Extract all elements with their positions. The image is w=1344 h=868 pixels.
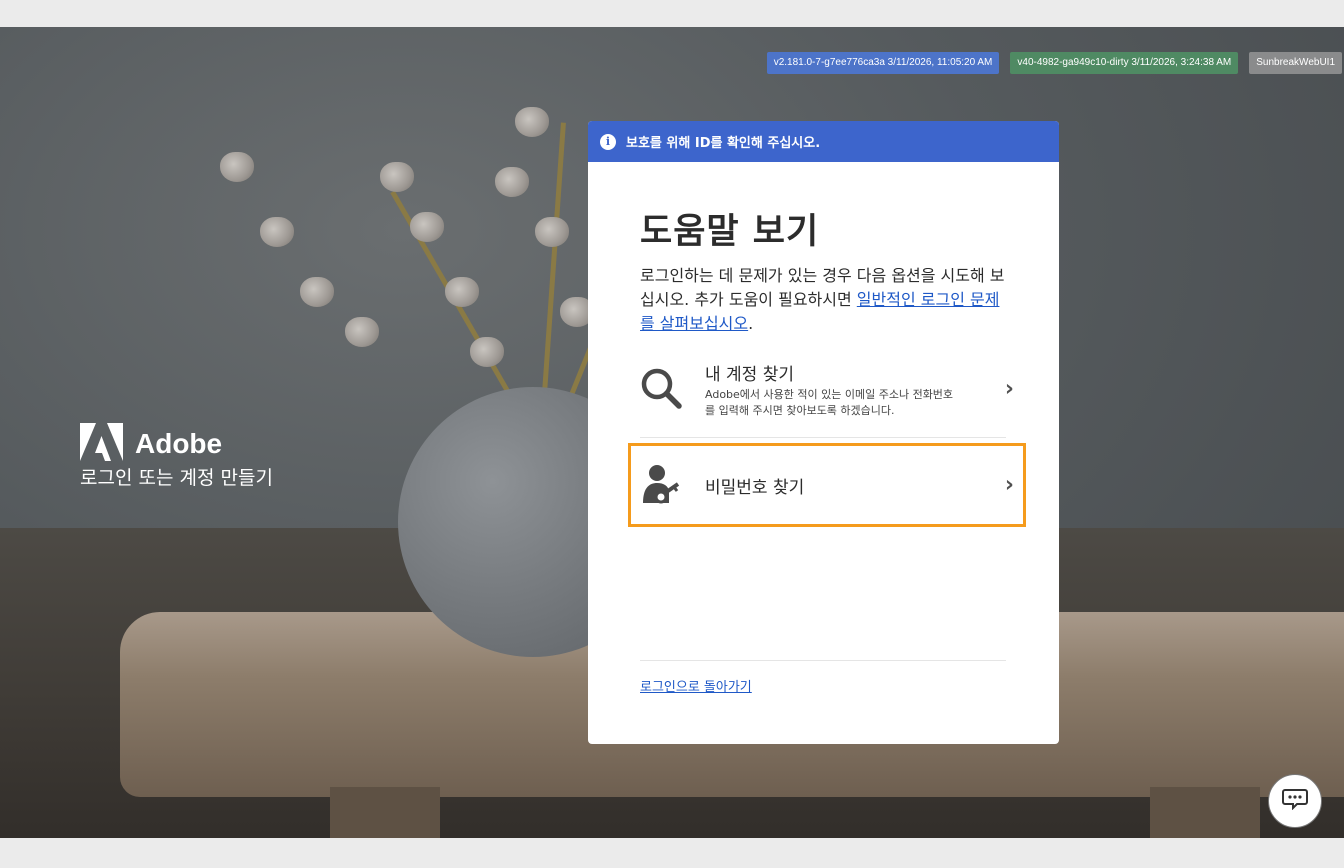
plant-pod [380, 162, 414, 192]
option-divider [640, 437, 1006, 438]
brand-subtitle: 로그인 또는 계정 만들기 [80, 467, 273, 489]
find-password-option[interactable]: 비밀번호 찾기 › [640, 457, 1014, 513]
info-icon: i [600, 133, 616, 150]
user-key-icon [640, 463, 684, 507]
info-banner: i 보호를 위해 ID를 확인해 주십시오. [588, 121, 1059, 162]
find-account-title: 내 계정 찾기 [705, 364, 795, 385]
plant-pod [220, 152, 254, 182]
find-account-option[interactable]: 내 계정 찾기 Adobe에서 사용한 적이 있는 이메일 주소나 전화번호를 … [640, 359, 1014, 419]
plant-pod [300, 277, 334, 307]
find-password-title: 비밀번호 찾기 [705, 477, 805, 498]
plant-pod [345, 317, 379, 347]
bench-leg [330, 787, 440, 838]
find-account-description: Adobe에서 사용한 적이 있는 이메일 주소나 전화번호를 입력해 주시면 … [705, 387, 954, 417]
plant-pod [535, 217, 569, 247]
footer-divider [640, 660, 1006, 661]
version-badge-app: SunbreakWebUI1 [1249, 52, 1342, 74]
help-card: i 보호를 위해 ID를 확인해 주십시오. 도움말 보기 로그인하는 데 문제… [588, 121, 1059, 744]
chat-icon [1282, 788, 1308, 814]
bench-leg [1150, 787, 1260, 838]
plant-pod [410, 212, 444, 242]
version-badge-ui: v2.181.0-7-g7ee776ca3a 3/11/2026, 11:05:… [766, 52, 1000, 74]
plant-pod [470, 337, 504, 367]
help-description: 로그인하는 데 문제가 있는 경우 다음 옵션을 시도해 보십시오. 추가 도움… [640, 264, 1012, 336]
plant-stem [540, 122, 566, 423]
plant-pod [495, 167, 529, 197]
plant-pod [445, 277, 479, 307]
chat-button[interactable] [1268, 774, 1322, 828]
help-description-end: . [748, 314, 754, 333]
plant-pod [260, 217, 294, 247]
version-badge-backend: v40-4982-ga949c10-dirty 3/11/2026, 3:24:… [1010, 52, 1239, 74]
chevron-right-icon: › [1004, 376, 1014, 402]
info-banner-text: 보호를 위해 ID를 확인해 주십시오. [626, 136, 821, 151]
page-title: 도움말 보기 [640, 212, 820, 252]
brand-name: Adobe [135, 428, 223, 459]
brand-block: Adobe 로그인 또는 계정 만들기 [80, 423, 273, 490]
adobe-logo-icon [80, 423, 123, 465]
back-to-login-link[interactable]: 로그인으로 돌아가기 [640, 676, 752, 695]
chevron-right-icon: › [1004, 472, 1014, 498]
version-badges: v2.181.0-7-g7ee776ca3a 3/11/2026, 11:05:… [766, 52, 1342, 74]
plant-pod [515, 107, 549, 137]
search-icon [640, 367, 684, 411]
